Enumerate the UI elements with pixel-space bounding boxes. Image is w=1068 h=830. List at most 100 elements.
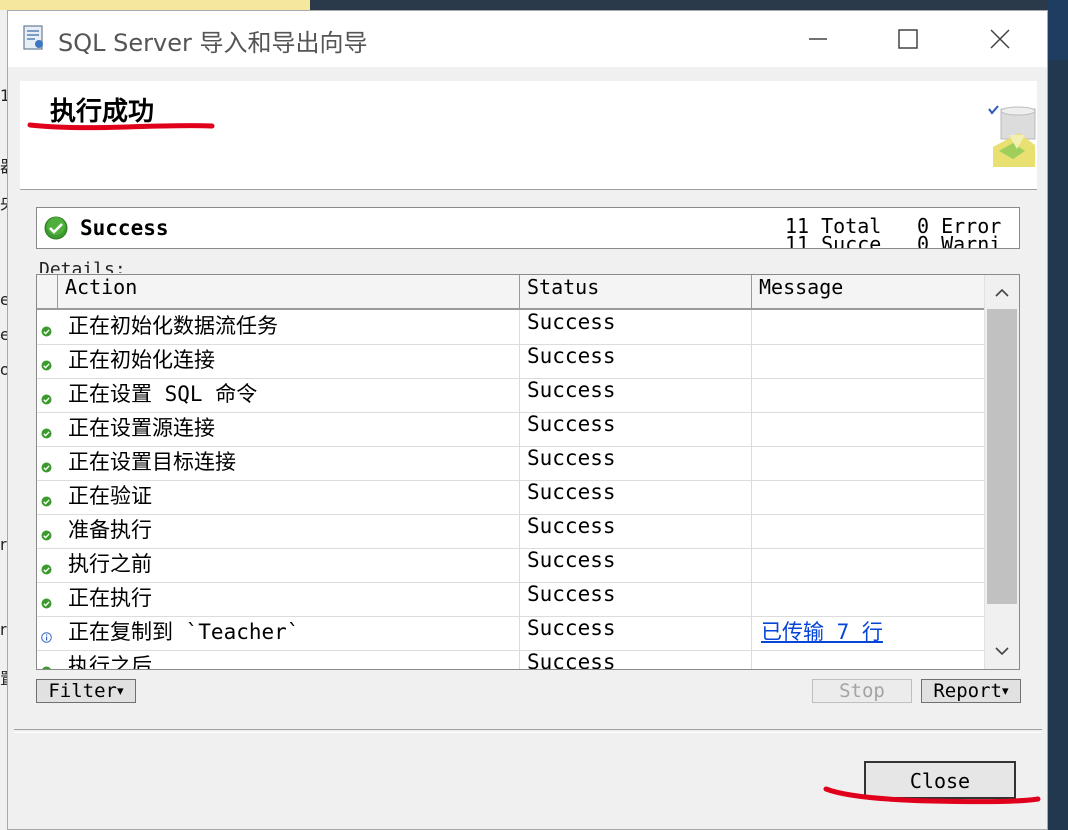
dropdown-caret-icon: ▼ (1002, 684, 1009, 698)
success-dot-icon (41, 594, 52, 609)
column-divider (519, 548, 520, 582)
summary-box: Success 11 Total 11 Succe 0 Error 0 Warn… (36, 207, 1020, 249)
column-divider (751, 310, 752, 344)
column-divider (751, 378, 752, 412)
title-bar[interactable]: SQL Server 导入和导出向导 (8, 11, 1047, 67)
success-dot-icon (41, 356, 52, 371)
details-label: Details: (39, 259, 126, 273)
cell-action: 正在设置 SQL 命令 (68, 382, 258, 406)
wizard-app-icon (22, 25, 46, 51)
column-divider (519, 412, 520, 446)
separator (14, 729, 1042, 733)
column-divider (751, 412, 752, 446)
cell-message (761, 548, 981, 582)
column-header-action[interactable]: Action (57, 275, 519, 308)
cell-status: Success (527, 480, 616, 504)
column-header-status[interactable]: Status (519, 275, 751, 308)
column-divider (751, 480, 752, 514)
cell-status: Success (527, 412, 616, 436)
cell-status: Success (527, 344, 616, 368)
page-header: 执行成功 (20, 81, 1037, 190)
chevron-down-icon (995, 647, 1009, 656)
table-row[interactable]: 正在初始化数据流任务 Success (37, 310, 985, 345)
success-count: 11 Succe (785, 232, 882, 249)
cell-message (761, 582, 981, 616)
minimize-button[interactable] (788, 19, 848, 59)
filter-button[interactable]: Filter▼ (36, 679, 136, 703)
success-dot-icon (41, 424, 52, 439)
cell-status: Success (527, 582, 616, 606)
column-divider (751, 650, 752, 669)
stop-button[interactable]: Stop (812, 679, 912, 703)
red-annotation-underline (823, 786, 1041, 805)
details-grid[interactable]: Action Status Message 正在初始化数据流任务 Success 正… (36, 274, 1020, 670)
column-divider (519, 378, 520, 412)
success-dot-icon (41, 458, 52, 473)
overall-status: Success (80, 216, 169, 240)
table-row[interactable]: 正在初始化连接 Success (37, 344, 985, 379)
success-dot-icon (41, 322, 52, 337)
minimize-icon (809, 38, 827, 40)
dropdown-caret-icon: ▼ (117, 684, 124, 698)
chevron-up-icon (995, 288, 1009, 297)
column-divider (519, 344, 520, 378)
cell-action: 正在设置目标连接 (68, 450, 236, 474)
column-header-message[interactable]: Message (751, 275, 985, 308)
table-row[interactable]: 正在设置目标连接 Success (37, 446, 985, 481)
cell-action: 正在复制到 `Teacher` (68, 620, 300, 644)
table-row[interactable]: 正在设置源连接 Success (37, 412, 985, 447)
table-row[interactable]: 执行之后 Success (37, 650, 985, 670)
import-export-wizard-window: SQL Server 导入和导出向导 执行成功 Success 11 Total… (7, 10, 1048, 830)
info-icon (41, 628, 52, 643)
cell-message (761, 446, 981, 480)
table-row[interactable]: 执行之前 Success (37, 548, 985, 583)
cell-status: Success (527, 514, 616, 538)
close-window-button[interactable] (970, 19, 1030, 59)
table-row[interactable]: 准备执行 Success (37, 514, 985, 549)
scrollbar-thumb[interactable] (987, 309, 1017, 604)
grid-header: Action Status Message (37, 275, 985, 310)
table-row[interactable]: 正在验证 Success (37, 480, 985, 515)
column-divider (519, 616, 520, 650)
warning-count: 0 Warni (917, 232, 1002, 249)
scroll-down-button[interactable] (985, 635, 1019, 669)
cell-action: 正在初始化连接 (68, 348, 215, 372)
table-row[interactable]: 正在设置 SQL 命令 Success (37, 378, 985, 413)
maximize-button[interactable] (878, 19, 938, 59)
column-divider (519, 582, 520, 616)
cell-message-link[interactable]: 已传输 7 行 (761, 616, 981, 650)
cell-status: Success (527, 650, 616, 670)
table-row[interactable]: 正在执行 Success (37, 582, 985, 617)
report-label: Report (933, 680, 1002, 702)
bg-fragment: r (0, 620, 7, 639)
table-row[interactable]: 正在复制到 `Teacher` Success 已传输 7 行 (37, 616, 985, 651)
background-right-strip (1048, 60, 1068, 830)
vertical-scrollbar[interactable] (984, 275, 1019, 669)
success-dot-icon (41, 560, 52, 575)
cell-status: Success (527, 446, 616, 470)
cell-action: 正在执行 (68, 586, 152, 610)
column-divider (751, 446, 752, 480)
cell-status: Success (527, 310, 616, 334)
column-divider (751, 548, 752, 582)
success-dot-icon (41, 492, 52, 507)
stop-label: Stop (839, 680, 885, 702)
report-button[interactable]: Report▼ (921, 679, 1021, 703)
cell-status: Success (527, 616, 616, 640)
cell-action: 正在设置源连接 (68, 416, 215, 440)
maximize-icon (898, 29, 918, 49)
background-right-edge (1048, 0, 1068, 60)
cell-message (761, 650, 981, 669)
cell-message (761, 310, 981, 344)
success-dot-icon (41, 662, 52, 669)
cell-message (761, 480, 981, 514)
cell-message (761, 412, 981, 446)
cell-message (761, 378, 981, 412)
cell-action: 执行之前 (68, 552, 152, 576)
cell-status: Success (527, 548, 616, 572)
bg-fragment: r (0, 535, 7, 554)
column-divider (751, 344, 752, 378)
window-title: SQL Server 导入和导出向导 (58, 29, 368, 57)
success-check-icon (44, 216, 68, 240)
scroll-up-button[interactable] (985, 275, 1019, 309)
